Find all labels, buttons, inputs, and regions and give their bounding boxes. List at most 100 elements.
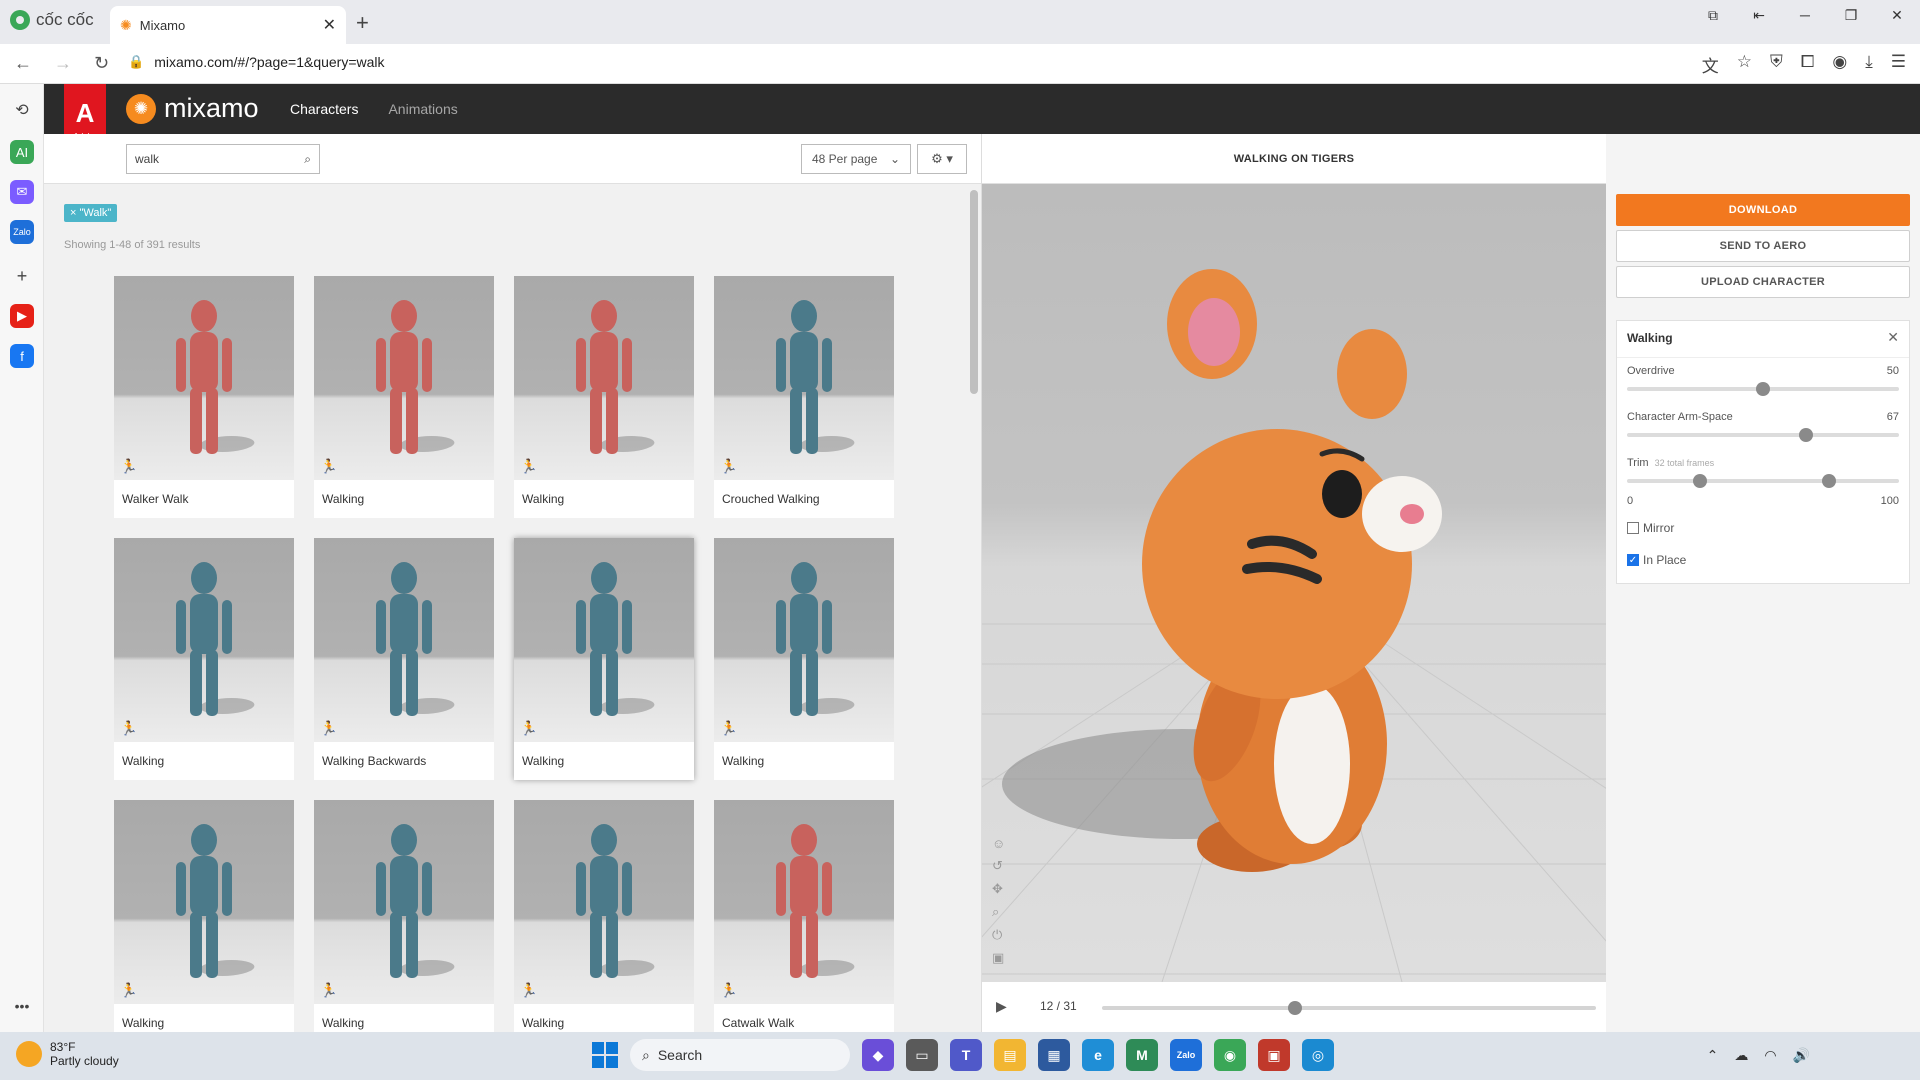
trim-slider[interactable] xyxy=(1627,474,1899,488)
nav-animations[interactable]: Animations xyxy=(388,101,457,117)
back-icon[interactable]: ← xyxy=(14,53,32,74)
animation-card[interactable]: 🏃 Crouched Walking xyxy=(714,276,894,518)
browser-tab-bar: cốc cốc ✺ Mixamo ✕ + ⧉ ⇤ ─ ❐ ✕ xyxy=(0,0,1920,44)
file-explorer-icon[interactable]: ▤ xyxy=(994,1039,1026,1071)
volume-icon[interactable]: 🔊 xyxy=(1793,1047,1810,1064)
reset-view-icon[interactable]: ↺ xyxy=(992,858,1005,874)
zoom-icon[interactable]: ⌕ xyxy=(992,904,1005,920)
animation-thumbnail: 🏃 xyxy=(714,538,894,742)
url-field[interactable]: 🔒 mixamo.com/#/?page=1&query=walk xyxy=(128,54,385,70)
weather-widget[interactable]: 83°F Partly cloudy xyxy=(16,1040,119,1068)
power-icon[interactable]: ⏻ xyxy=(992,927,1005,943)
new-tab-icon[interactable]: + xyxy=(356,10,369,36)
settings-app-icon[interactable]: ◎ xyxy=(1302,1039,1334,1071)
character-icon[interactable]: ☺ xyxy=(992,836,1005,851)
maximize-icon[interactable]: ❐ xyxy=(1828,0,1874,30)
ai-icon[interactable]: AI xyxy=(10,140,34,164)
taskbar-search[interactable]: ⌕ Search xyxy=(630,1039,850,1071)
animation-card[interactable]: 🏃 Walking xyxy=(114,800,294,1032)
timeline-track[interactable] xyxy=(1102,1001,1596,1015)
shield-icon[interactable]: ⛨ xyxy=(1770,52,1783,77)
start-icon[interactable] xyxy=(592,1042,618,1068)
animation-card[interactable]: 🏃 Walking xyxy=(514,800,694,1032)
app-icon[interactable]: ▣ xyxy=(1258,1039,1290,1071)
bookmark-star-icon[interactable]: ☆ xyxy=(1737,52,1752,77)
trim-start-knob[interactable] xyxy=(1693,474,1707,488)
in-place-box[interactable]: ✓ xyxy=(1627,554,1639,566)
wifi-icon[interactable]: ◠ xyxy=(1764,1047,1776,1064)
add-sidebar-app-icon[interactable]: + xyxy=(10,264,34,288)
animation-card[interactable]: 🏃 Walking xyxy=(714,538,894,780)
overdrive-slider[interactable] xyxy=(1627,382,1899,396)
overdrive-knob[interactable] xyxy=(1756,382,1770,396)
chevron-up-icon[interactable]: ⌃ xyxy=(1707,1047,1719,1064)
in-place-checkbox[interactable]: ✓ In Place xyxy=(1627,553,1686,567)
profile-icon[interactable]: ◉ xyxy=(1832,52,1847,77)
messenger-icon[interactable]: ✉ xyxy=(10,180,34,204)
overdrive-value: 50 xyxy=(1886,365,1899,377)
task-view-icon[interactable]: ▭ xyxy=(906,1039,938,1071)
minimize-icon[interactable]: ─ xyxy=(1782,0,1828,30)
copilot-icon[interactable]: ◆ xyxy=(862,1039,894,1071)
onedrive-icon[interactable]: ☁ xyxy=(1734,1047,1748,1064)
play-icon[interactable]: ▶ xyxy=(996,998,1007,1015)
timeline-scrubber[interactable] xyxy=(1287,1001,1302,1015)
trim-end-knob[interactable] xyxy=(1822,474,1836,488)
settings-dropdown[interactable]: ⚙ ▾ xyxy=(917,144,967,174)
mixamo-logo[interactable]: ✺ mixamo xyxy=(126,93,259,124)
browser-brand[interactable]: cốc cốc xyxy=(10,10,94,30)
trim-param: Trim 32 total frames 0 100 xyxy=(1627,457,1899,507)
per-page-select[interactable]: 48 Per page ⌄ xyxy=(801,144,911,174)
armspace-knob[interactable] xyxy=(1799,428,1813,442)
history-back-icon[interactable]: ⇤ xyxy=(1736,0,1782,30)
animation-card[interactable]: 🏃 Walking xyxy=(314,800,494,1032)
taskbar: 83°F Partly cloudy ⌕ Search ◆ ▭ T ▤ ▦ e … xyxy=(0,1032,1920,1080)
nav-characters[interactable]: Characters xyxy=(290,101,358,117)
zalo-icon[interactable]: Zalo xyxy=(10,220,34,244)
mirror-checkbox[interactable]: Mirror xyxy=(1627,521,1674,535)
results-scrollbar[interactable] xyxy=(970,190,978,394)
menu-icon[interactable]: ☰ xyxy=(1891,52,1906,77)
facebook-icon[interactable]: f xyxy=(10,344,34,368)
youtube-icon[interactable]: ▶ xyxy=(10,304,34,328)
animation-card[interactable]: 🏃 Walking Backwards xyxy=(314,538,494,780)
more-icon[interactable]: ••• xyxy=(10,994,34,1018)
camera-icon[interactable]: ▣ xyxy=(992,950,1005,966)
zalo-taskbar-icon[interactable]: Zalo xyxy=(1170,1039,1202,1071)
tab-mixamo[interactable]: ✺ Mixamo ✕ xyxy=(110,6,346,44)
upload-character-button[interactable]: UPLOAD CHARACTER xyxy=(1616,266,1910,298)
pan-icon[interactable]: ✥ xyxy=(992,881,1005,897)
send-to-aero-button[interactable]: SEND TO AERO xyxy=(1616,230,1910,262)
animation-card[interactable]: 🏃 Walking xyxy=(314,276,494,518)
armspace-slider[interactable] xyxy=(1627,428,1899,442)
download-button[interactable]: DOWNLOAD xyxy=(1616,194,1910,226)
forward-icon[interactable]: → xyxy=(54,53,72,74)
store-icon[interactable]: ▦ xyxy=(1038,1039,1070,1071)
reload-icon[interactable]: ↻ xyxy=(94,53,109,74)
history-icon[interactable]: ⟲ xyxy=(10,98,34,122)
edge-icon[interactable]: e xyxy=(1082,1039,1114,1071)
search-icon[interactable]: ⌕ xyxy=(304,152,311,167)
animation-card[interactable]: 🏃 Walking xyxy=(514,276,694,518)
m-app-icon[interactable]: M xyxy=(1126,1039,1158,1071)
animation-card[interactable]: 🏃 Walking xyxy=(114,538,294,780)
mirror-box[interactable] xyxy=(1627,522,1639,534)
search-input[interactable]: walk ⌕ xyxy=(126,144,320,174)
teams-icon[interactable]: T xyxy=(950,1039,982,1071)
animation-card[interactable]: 🏃 Walker Walk xyxy=(114,276,294,518)
close-window-icon[interactable]: ✕ xyxy=(1874,0,1920,30)
translate-icon[interactable]: 文 xyxy=(1702,52,1719,77)
animation-card[interactable]: 🏃 Walking xyxy=(514,538,694,780)
filter-tag[interactable]: × "Walk" xyxy=(64,204,118,222)
3d-viewport[interactable]: ☺ ↺ ✥ ⌕ ⏻ ▣ xyxy=(982,184,1606,982)
close-icon[interactable]: ✕ xyxy=(1887,329,1899,346)
overdrive-label: Overdrive xyxy=(1627,365,1675,377)
animation-card[interactable]: 🏃 Catwalk Walk xyxy=(714,800,894,1032)
download-icon[interactable]: ⤓ xyxy=(1865,52,1873,77)
extensions-icon[interactable]: ⧠ xyxy=(1801,52,1815,77)
animation-card-label: Walking xyxy=(522,754,565,768)
coccoc-taskbar-icon[interactable]: ◉ xyxy=(1214,1039,1246,1071)
running-figure-icon: 🏃 xyxy=(520,982,538,998)
close-tab-icon[interactable]: ✕ xyxy=(323,15,336,35)
screenshot-icon[interactable]: ⧉ xyxy=(1690,0,1736,30)
